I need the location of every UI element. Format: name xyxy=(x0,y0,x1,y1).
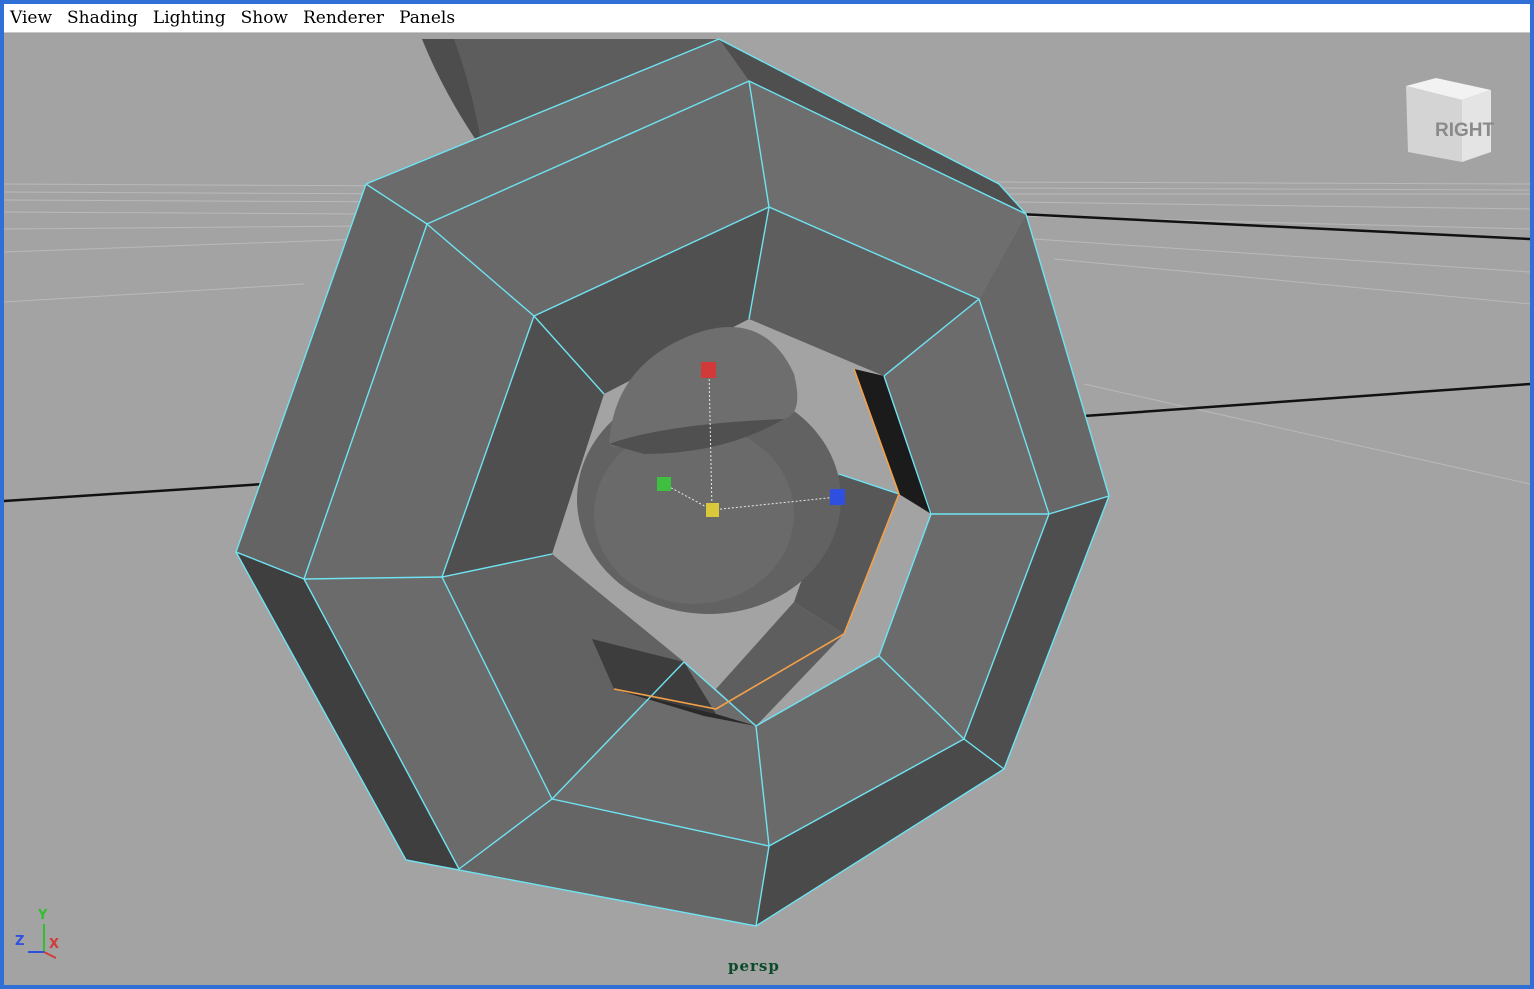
panel-menubar: View Shading Lighting Show Renderer Pane… xyxy=(4,4,1530,33)
menu-renderer[interactable]: Renderer xyxy=(303,8,384,28)
3d-viewport[interactable]: RIGHT Y Z X persp xyxy=(4,34,1530,985)
menu-shading[interactable]: Shading xyxy=(67,8,138,28)
menu-view[interactable]: View xyxy=(10,8,52,28)
axis-label-y: Y xyxy=(38,908,48,923)
view-cube-label: RIGHT xyxy=(1435,120,1495,141)
axis-label-x: X xyxy=(49,937,60,952)
manipulator-center[interactable] xyxy=(706,503,719,517)
view-cube[interactable]: RIGHT xyxy=(1406,78,1495,162)
axis-label-z: Z xyxy=(15,934,25,949)
menu-panels[interactable]: Panels xyxy=(399,8,455,28)
maya-viewport-window: View Shading Lighting Show Renderer Pane… xyxy=(4,4,1530,985)
manipulator-handle-z[interactable] xyxy=(830,489,845,505)
menu-lighting[interactable]: Lighting xyxy=(153,8,226,28)
manipulator-handle-y[interactable] xyxy=(657,477,671,491)
manipulator-handle-x[interactable] xyxy=(701,362,716,378)
viewport-scene: RIGHT xyxy=(4,38,1530,927)
menu-show[interactable]: Show xyxy=(241,8,288,28)
camera-name-label: persp xyxy=(728,957,780,975)
